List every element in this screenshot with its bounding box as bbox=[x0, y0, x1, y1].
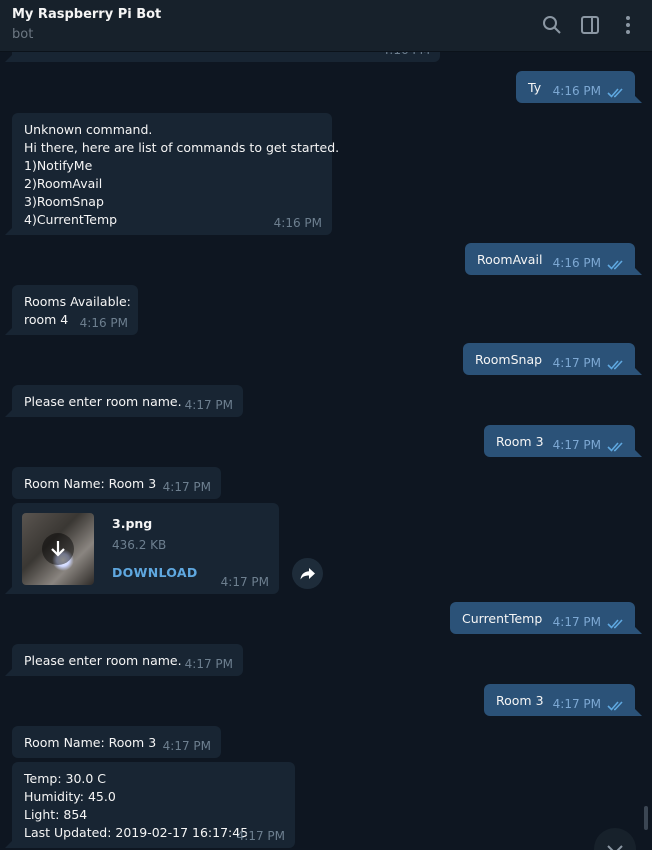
chat-subtitle: bot bbox=[12, 27, 34, 42]
message-incoming[interactable]: Room Name: Room 3 4:17 PM bbox=[12, 726, 221, 758]
message-time: 4:16 PM bbox=[79, 316, 128, 330]
message-outgoing[interactable]: Room 3 4:17 PM bbox=[484, 425, 635, 457]
message-incoming[interactable]: Room Name: Room 3 4:17 PM bbox=[12, 467, 221, 499]
message-text: Room 3 bbox=[496, 434, 544, 449]
download-arrow-icon[interactable] bbox=[42, 533, 74, 565]
message-time: 4:17 PM bbox=[162, 480, 211, 494]
chat-header: My Raspberry Pi Bot bot bbox=[0, 0, 652, 52]
message-text: Please enter room name. bbox=[24, 653, 182, 668]
message-text: CurrentTemp bbox=[462, 611, 543, 626]
message-time: 4:16 PM bbox=[273, 216, 322, 230]
scroll-to-bottom-button[interactable] bbox=[594, 828, 636, 850]
message-text: Room 3 bbox=[496, 693, 544, 708]
message-time: 4:17 PM bbox=[552, 615, 601, 629]
chevron-down-icon bbox=[607, 845, 623, 850]
message-outgoing[interactable]: RoomSnap 4:17 PM bbox=[463, 343, 635, 375]
chat-history[interactable]: 4:16 PM Ty 4:16 PM Unknown command. Hi t… bbox=[0, 0, 652, 850]
message-text: RoomSnap bbox=[475, 352, 543, 367]
scrollbar-thumb[interactable] bbox=[644, 806, 648, 830]
message-text: Ty bbox=[528, 80, 542, 95]
message-incoming[interactable]: Unknown command. Hi there, here are list… bbox=[12, 113, 339, 235]
share-forward-button[interactable] bbox=[292, 558, 323, 589]
message-time: 4:16 PM bbox=[552, 84, 601, 98]
sidebar-toggle-icon[interactable] bbox=[579, 14, 601, 36]
message-outgoing[interactable]: RoomAvail 4:16 PM bbox=[465, 243, 635, 275]
read-checkmarks-icon bbox=[607, 357, 627, 370]
message-text: Temp: 30.0 C Humidity: 45.0 Light: 854 L… bbox=[24, 771, 249, 840]
read-checkmarks-icon bbox=[607, 257, 627, 270]
message-time: 4:17 PM bbox=[552, 697, 601, 711]
message-incoming[interactable]: Rooms Available: room 4 4:16 PM bbox=[12, 285, 138, 335]
message-text: Room Name: Room 3 bbox=[24, 735, 157, 750]
file-name: 3.png bbox=[112, 516, 153, 531]
forward-arrow-icon bbox=[300, 568, 315, 580]
message-time: 4:17 PM bbox=[552, 356, 601, 370]
more-vertical-icon[interactable] bbox=[617, 14, 639, 36]
read-checkmarks-icon bbox=[607, 439, 627, 452]
file-size: 436.2 KB bbox=[112, 538, 167, 552]
message-text: Please enter room name. bbox=[24, 394, 182, 409]
message-text: RoomAvail bbox=[477, 252, 543, 267]
message-text: Room Name: Room 3 bbox=[24, 476, 157, 491]
download-link[interactable]: DOWNLOAD bbox=[112, 564, 198, 582]
message-incoming[interactable]: Please enter room name. 4:17 PM bbox=[12, 385, 243, 417]
chat-title[interactable]: My Raspberry Pi Bot bbox=[12, 7, 161, 22]
message-time: 4:17 PM bbox=[162, 739, 211, 753]
message-time: 4:16 PM bbox=[552, 256, 601, 270]
search-icon[interactable] bbox=[541, 14, 563, 36]
file-thumbnail[interactable] bbox=[22, 513, 94, 585]
message-outgoing[interactable]: Ty 4:16 PM bbox=[516, 71, 635, 103]
message-time: 4:17 PM bbox=[552, 438, 601, 452]
message-outgoing[interactable]: CurrentTemp 4:17 PM bbox=[450, 602, 635, 634]
message-incoming[interactable]: Please enter room name. 4:17 PM bbox=[12, 644, 243, 676]
file-message[interactable]: 3.png 436.2 KB DOWNLOAD 4:17 PM bbox=[12, 503, 279, 594]
message-time: 4:17 PM bbox=[220, 575, 269, 589]
read-checkmarks-icon bbox=[607, 616, 627, 629]
read-checkmarks-icon bbox=[607, 85, 627, 98]
message-time: 4:17 PM bbox=[236, 829, 285, 843]
message-text: Unknown command. Hi there, here are list… bbox=[24, 122, 340, 227]
read-checkmarks-icon bbox=[607, 698, 627, 711]
message-time: 4:17 PM bbox=[184, 657, 233, 671]
message-time: 4:17 PM bbox=[184, 398, 233, 412]
message-incoming[interactable]: Temp: 30.0 C Humidity: 45.0 Light: 854 L… bbox=[12, 762, 295, 848]
message-outgoing[interactable]: Room 3 4:17 PM bbox=[484, 684, 635, 716]
